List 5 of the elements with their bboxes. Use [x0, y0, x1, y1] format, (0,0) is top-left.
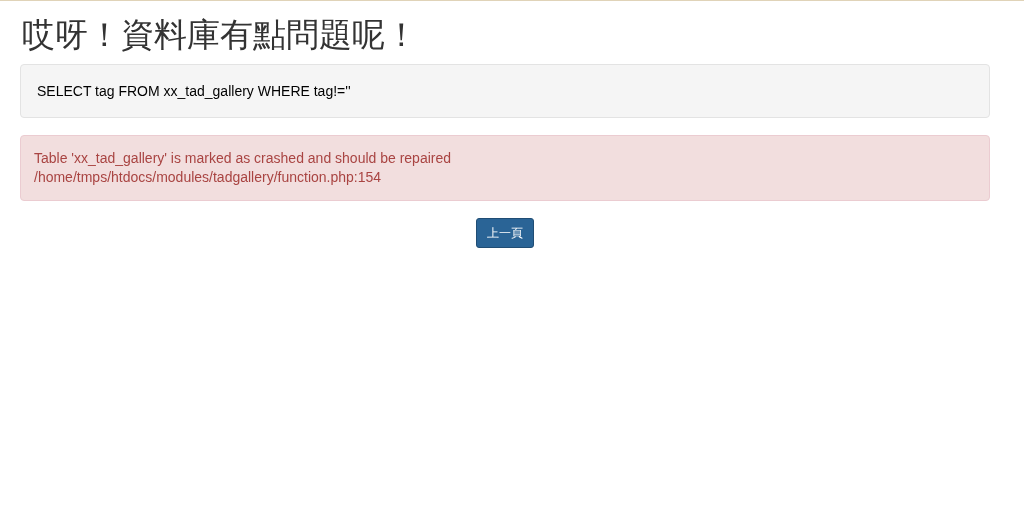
sql-query: SELECT tag FROM xx_tad_gallery WHERE tag!='' [37, 83, 351, 99]
error-message: Table 'xx_tad_gallery' is marked as crashed and should be repaired [34, 149, 453, 168]
page-heading: 哎呀！資料庫有點問題呢！ [21, 15, 419, 55]
back-button[interactable]: 上一頁 [476, 218, 534, 248]
error-message: /home/tmps/htdocs/modules/tadgallery/function.php:154 [34, 168, 383, 187]
